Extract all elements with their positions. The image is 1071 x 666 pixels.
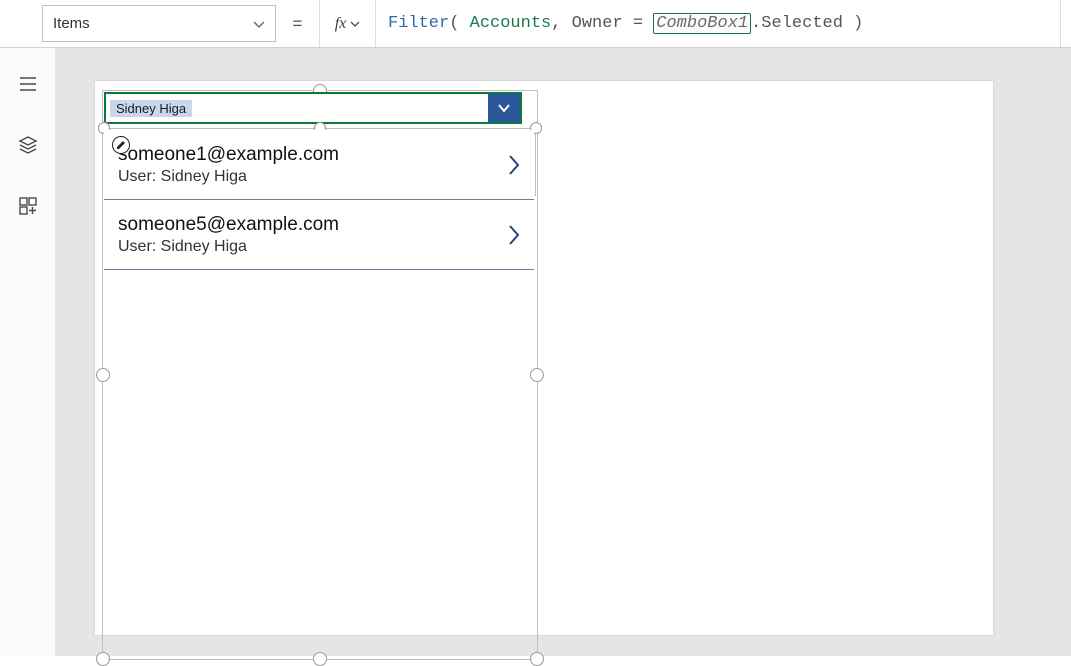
gallery-item-user: User: Sidney Higa <box>118 168 339 186</box>
equals-sign: = <box>276 0 320 47</box>
gallery-item-navigate[interactable] <box>504 155 524 175</box>
chevron-down-icon <box>350 19 360 29</box>
gallery-item[interactable]: someone1@example.com User: Sidney Higa <box>104 130 534 200</box>
property-name: Items <box>53 15 90 32</box>
tok-controlref: ComboBox1 <box>653 13 751 34</box>
property-selector[interactable]: Items <box>42 5 276 42</box>
tok-func: Filter <box>388 14 449 33</box>
chevron-right-icon <box>507 154 521 176</box>
canvas[interactable]: Sidney Higa someone1@example.com User: S… <box>56 48 1071 656</box>
tok-field: Owner <box>572 14 623 33</box>
formula-bar-end <box>1061 0 1071 47</box>
gallery-item-email: someone1@example.com <box>118 144 339 166</box>
resize-handle[interactable] <box>96 652 110 666</box>
insert-icon[interactable] <box>18 196 38 221</box>
gallery[interactable]: someone1@example.com User: Sidney Higa s… <box>104 130 534 270</box>
chevron-down-icon <box>497 101 511 115</box>
layers-icon[interactable] <box>18 135 38 160</box>
edit-template-icon[interactable] <box>112 136 130 154</box>
formula-bar: Items = fx Filter( Accounts, Owner = Com… <box>0 0 1071 48</box>
left-rail <box>0 48 56 656</box>
gallery-item-info: someone1@example.com User: Sidney Higa <box>118 144 339 186</box>
gallery-item-info: someone5@example.com User: Sidney Higa <box>118 214 339 256</box>
fx-button[interactable]: fx <box>320 0 376 47</box>
formula-input[interactable]: Filter( Accounts, Owner = ComboBox1.Sele… <box>376 0 1061 47</box>
resize-handle[interactable] <box>530 652 544 666</box>
gallery-item[interactable]: someone5@example.com User: Sidney Higa <box>104 200 534 270</box>
tok-suffix: .Selected <box>751 14 843 33</box>
owner-combobox[interactable]: Sidney Higa <box>104 92 522 124</box>
fx-label: fx <box>335 15 347 33</box>
combobox-chip[interactable]: Sidney Higa <box>110 100 192 117</box>
resize-handle[interactable] <box>313 652 327 666</box>
gallery-item-email: someone5@example.com <box>118 214 339 236</box>
chevron-down-icon <box>253 18 265 30</box>
gallery-item-navigate[interactable] <box>504 225 524 245</box>
chevron-right-icon <box>507 224 521 246</box>
hamburger-icon[interactable] <box>18 74 38 99</box>
gallery-item-user: User: Sidney Higa <box>118 238 339 256</box>
combobox-dropdown-button[interactable] <box>488 94 520 122</box>
tok-datasource: Accounts <box>470 14 552 33</box>
